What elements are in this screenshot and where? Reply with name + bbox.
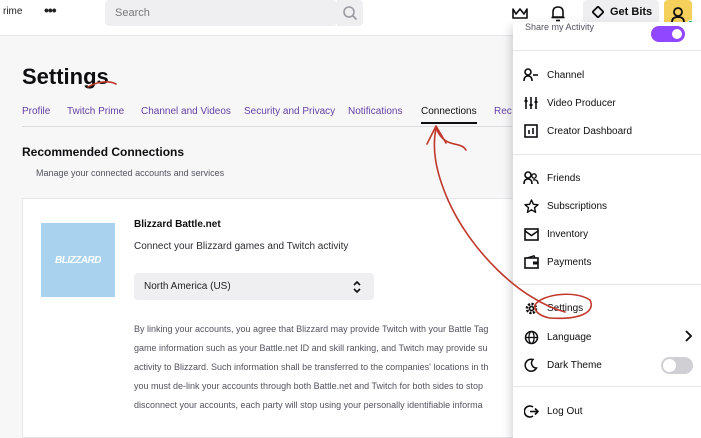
- search-input[interactable]: [105, 0, 337, 26]
- disclaimer-line: disconnect your accounts, each party wil…: [134, 400, 483, 410]
- menu-item-friends[interactable]: Friends: [523, 167, 693, 189]
- disclaimer-line: you must de-link your accounts through b…: [134, 381, 484, 391]
- settings-tabs: Profile Twitch Prime Channel and Videos …: [22, 106, 522, 128]
- menu-divider: [513, 386, 701, 387]
- menu-item-payments[interactable]: Payments: [523, 251, 693, 273]
- tab-security-and-privacy[interactable]: Security and Privacy: [244, 106, 335, 117]
- dashboard-icon: [523, 123, 539, 139]
- channel-icon: [523, 67, 539, 83]
- tab-channel-and-videos[interactable]: Channel and Videos: [141, 106, 231, 117]
- menu-item-label: Channel: [547, 69, 585, 81]
- menu-item-log-out[interactable]: Log Out: [523, 400, 693, 422]
- tab-notifications[interactable]: Notifications: [348, 106, 402, 117]
- disclaimer-line: game information such as your Battle.net…: [134, 343, 488, 353]
- menu-item-label: Inventory: [547, 228, 589, 240]
- video-producer-icon: [523, 95, 539, 111]
- section-subtitle: Manage your connected accounts and servi…: [36, 168, 225, 178]
- bits-diamond-icon: [592, 6, 604, 18]
- friends-icon: [523, 170, 539, 186]
- menu-item-label: Subscriptions: [547, 200, 608, 212]
- dark-theme-toggle[interactable]: [661, 357, 693, 374]
- user-dropdown-menu: Share my Activity Channel Video Producer…: [513, 22, 701, 438]
- menu-divider: [513, 154, 701, 155]
- menu-item-inventory[interactable]: Inventory: [523, 223, 693, 245]
- menu-item-subscriptions[interactable]: Subscriptions: [523, 195, 693, 217]
- gear-icon: [523, 300, 539, 316]
- inventory-icon: [523, 226, 539, 242]
- menu-item-label: Log Out: [547, 405, 583, 417]
- tab-connections[interactable]: Connections: [421, 106, 477, 124]
- get-bits-label: Get Bits: [610, 6, 653, 18]
- star-icon: [523, 198, 539, 214]
- menu-item-creator-dashboard[interactable]: Creator Dashboard: [523, 120, 693, 142]
- menu-item-dark-theme[interactable]: Dark Theme: [523, 354, 693, 376]
- tab-profile[interactable]: Profile: [22, 106, 50, 117]
- chevron-right-icon: [685, 330, 693, 342]
- connection-description: Connect your Blizzard games and Twitch a…: [134, 241, 349, 252]
- more-menu-button[interactable]: •••: [44, 2, 57, 18]
- disclaimer-line: By linking your accounts, you agree that…: [134, 324, 489, 334]
- share-activity-label: Share my Activity: [525, 22, 595, 32]
- menu-item-settings[interactable]: Settings: [523, 297, 693, 319]
- prime-crown-button[interactable]: [508, 2, 532, 24]
- bell-icon: [551, 5, 565, 21]
- logout-icon: [523, 403, 539, 419]
- section-title: Recommended Connections: [22, 145, 185, 159]
- get-bits-button[interactable]: Get Bits: [583, 0, 659, 24]
- search-button[interactable]: [337, 0, 363, 26]
- menu-item-label: Settings: [547, 302, 584, 314]
- moon-icon: [523, 357, 539, 373]
- region-select-value: North America (US): [144, 281, 231, 292]
- search-icon: [343, 6, 358, 21]
- region-select[interactable]: North America (US): [134, 273, 374, 300]
- blizzard-logo: BLIZZARD: [41, 223, 115, 297]
- connection-disclaimer: By linking your accounts, you agree that…: [134, 320, 506, 415]
- menu-item-label: Payments: [547, 256, 592, 268]
- select-chevron-icon: [353, 280, 361, 294]
- menu-item-label: Video Producer: [547, 97, 616, 109]
- page-title: Settings: [22, 64, 109, 89]
- disclaimer-line: activity to Blizzard. Such information s…: [134, 362, 489, 372]
- menu-item-language[interactable]: Language: [523, 326, 693, 348]
- share-activity-toggle[interactable]: [651, 26, 685, 42]
- menu-item-label: Language: [547, 331, 592, 343]
- blizzard-logo-text: BLIZZARD: [55, 254, 102, 266]
- menu-item-label: Creator Dashboard: [547, 125, 633, 137]
- tab-twitch-prime[interactable]: Twitch Prime: [67, 106, 124, 117]
- wallet-icon: [523, 254, 539, 270]
- notifications-button[interactable]: [546, 2, 570, 24]
- menu-divider: [513, 50, 701, 51]
- menu-item-channel[interactable]: Channel: [523, 64, 693, 86]
- menu-divider: [513, 284, 701, 285]
- crown-icon: [512, 8, 528, 19]
- tab-recommendations[interactable]: Rec: [494, 106, 512, 117]
- menu-item-label: Dark Theme: [547, 359, 602, 371]
- globe-icon: [523, 329, 539, 345]
- prime-link[interactable]: rime: [3, 6, 22, 17]
- connection-name: Blizzard Battle.net: [134, 219, 221, 230]
- user-icon: [671, 6, 685, 22]
- tabs-divider: [22, 126, 512, 127]
- menu-item-video-producer[interactable]: Video Producer: [523, 92, 693, 114]
- menu-item-label: Friends: [547, 172, 581, 184]
